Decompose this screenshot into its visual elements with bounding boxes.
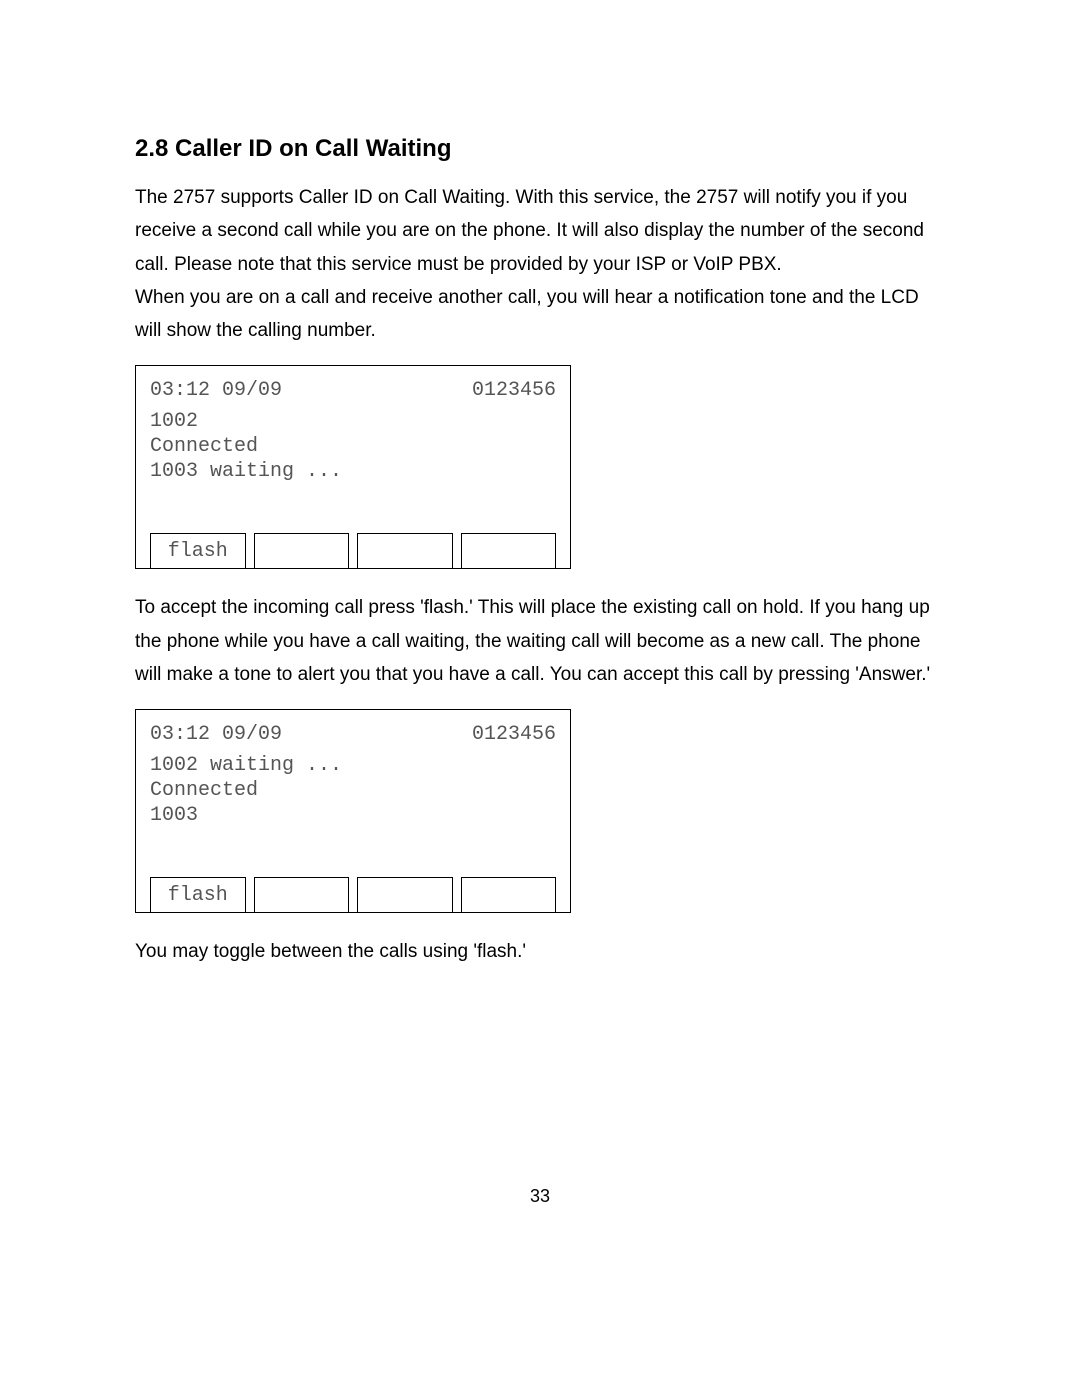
paragraph-2: When you are on a call and receive anoth… xyxy=(135,281,945,348)
paragraph-1: The 2757 supports Caller ID on Call Wait… xyxy=(135,181,945,281)
lcd1-line1: 1002 xyxy=(150,409,556,434)
lcd2-softkey-2 xyxy=(254,877,350,913)
lcd1-softkey-1: flash xyxy=(150,533,246,569)
lcd2-softkey-4 xyxy=(461,877,557,913)
lcd2-line2: Connected xyxy=(150,778,556,803)
lcd1-line3: 1003 waiting ... xyxy=(150,459,556,484)
lcd2-right-number: 0123456 xyxy=(472,722,556,747)
lcd2-softkey-3 xyxy=(357,877,453,913)
lcd1-time-date: 03:12 09/09 xyxy=(150,378,282,403)
lcd1-softkey-3 xyxy=(357,533,453,569)
lcd1-right-number: 0123456 xyxy=(472,378,556,403)
lcd2-line1: 1002 waiting ... xyxy=(150,753,556,778)
lcd1-softkey-2 xyxy=(254,533,350,569)
lcd2-time-date: 03:12 09/09 xyxy=(150,722,282,747)
lcd-screen-1: 03:12 09/09 0123456 1002 Connected 1003 … xyxy=(135,365,571,569)
section-heading: 2.8 Caller ID on Call Waiting xyxy=(135,135,945,163)
page-number: 33 xyxy=(0,1186,1080,1207)
paragraph-3: To accept the incoming call press 'flash… xyxy=(135,591,945,691)
lcd-screen-2: 03:12 09/09 0123456 1002 waiting ... Con… xyxy=(135,709,571,913)
paragraph-4: You may toggle between the calls using '… xyxy=(135,935,945,968)
lcd1-line2: Connected xyxy=(150,434,556,459)
lcd1-softkey-4 xyxy=(461,533,557,569)
lcd2-softkey-1: flash xyxy=(150,877,246,913)
lcd2-line3: 1003 xyxy=(150,803,556,828)
